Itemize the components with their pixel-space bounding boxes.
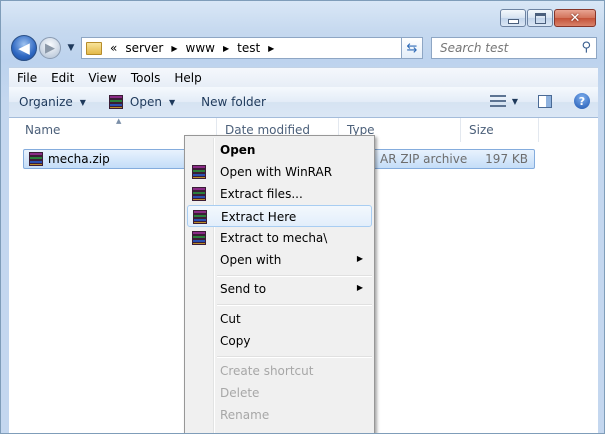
menu-item-label: Open with WinRAR [220,165,333,179]
menu-item-open[interactable]: Open [187,139,372,161]
change-view-icon[interactable] [489,95,506,107]
help-icon[interactable]: ? [574,93,590,109]
refresh-icon: ⇆ [406,40,418,56]
submenu-arrow-icon: ▶ [356,254,363,263]
breadcrumb-www[interactable]: www [186,41,215,55]
menu-separator [217,304,372,306]
view-controls: ▼ ? [489,93,590,109]
menu-item-extract-files[interactable]: Extract files... [187,183,372,205]
maximize-button[interactable] [527,9,553,27]
menu-item-label: Cut [220,312,241,326]
recent-pages-dropdown[interactable]: ▼ [65,41,77,55]
menu-item-create-shortcut: Create shortcut [187,360,372,382]
menu-item-label: Rename [220,408,270,422]
menu-item-label: Delete [220,386,260,400]
breadcrumb-test[interactable]: test [237,41,260,55]
new-folder-button[interactable]: New folder [201,95,266,109]
file-type: AR ZIP archive [380,152,468,166]
file-name: mecha.zip [48,152,110,166]
context-menu: Open Open with WinRAR Extract files... E… [184,135,375,433]
file-size: 197 KB [485,152,528,166]
caption-buttons: ✕ [499,9,596,27]
navigation-bar: ◀ ▶ ▼ « server ▶ www ▶ test ▶ ▼ ⇆ ⚲ [9,35,599,61]
winrar-icon [191,164,207,180]
breadcrumb-overflow[interactable]: « [110,41,117,55]
menu-item-label: Send to [220,282,267,296]
menu-file[interactable]: File [17,71,37,85]
winrar-icon [28,151,44,167]
menu-item-label: Extract to mecha\ [220,231,328,245]
minimize-icon [507,18,519,24]
chevron-right-icon[interactable]: ▶ [268,44,274,53]
menu-item-label: Copy [220,334,251,348]
menu-item-extract-here[interactable]: Extract Here [187,205,372,227]
open-button[interactable]: Open ▼ [108,94,175,110]
column-header-size[interactable]: Size [461,118,539,142]
menu-item-extract-to[interactable]: Extract to mecha\ [187,227,372,249]
close-icon: ✕ [569,10,581,26]
search-icon[interactable]: ⚲ [581,40,591,55]
back-arrow-icon: ◀ [18,39,30,57]
menu-item-send-to[interactable]: Send to ▶ [187,278,372,300]
maximize-icon [534,12,546,24]
minimize-button[interactable] [500,9,526,27]
winrar-icon [192,209,208,225]
forward-button[interactable]: ▶ [39,37,61,59]
menu-item-label: Extract files... [220,187,303,201]
command-bar: Organize ▼ Open ▼ New folder ▼ ? [9,87,598,118]
winrar-icon [108,94,124,110]
open-label: Open [129,95,162,109]
menu-view[interactable]: View [88,71,116,85]
new-folder-label: New folder [201,95,266,109]
search-box[interactable]: ⚲ [431,37,597,59]
menu-item-label: Open with [220,253,282,267]
view-options-chevron-icon[interactable]: ▼ [512,97,518,106]
menu-item-copy[interactable]: Copy [187,330,372,352]
menu-separator [217,275,372,277]
winrar-icon [191,186,207,202]
explorer-window: ✕ ◀ ▶ ▼ « server ▶ www ▶ test ▶ ▼ ⇆ ⚲ Fi… [0,0,605,434]
submenu-arrow-icon: ▶ [356,283,363,292]
menu-item-open-with-winrar[interactable]: Open with WinRAR [187,161,372,183]
organize-label: Organize [19,95,73,109]
search-input[interactable] [438,40,582,56]
chevron-down-icon: ▼ [79,97,86,107]
menu-edit[interactable]: Edit [51,71,74,85]
chevron-right-icon[interactable]: ▶ [223,44,229,53]
menu-item-cut[interactable]: Cut [187,308,372,330]
menu-item-rename: Rename [187,404,372,426]
winrar-icon [191,230,207,246]
organize-button[interactable]: Organize ▼ [19,95,86,109]
column-size-label: Size [469,123,494,137]
chevron-down-icon[interactable]: ▼ [169,98,175,107]
preview-pane-icon[interactable] [538,94,552,108]
menu-help[interactable]: Help [174,71,201,85]
sort-ascending-icon: ▲ [116,117,122,125]
menu-item-open-with[interactable]: Open with ▶ [187,249,372,271]
menu-item-label: Create shortcut [220,364,314,378]
chevron-right-icon[interactable]: ▶ [171,44,177,53]
forward-arrow-icon: ▶ [45,40,55,56]
refresh-button[interactable]: ⇆ [401,37,423,59]
menu-separator [217,356,372,358]
menu-item-label: Extract Here [221,210,297,224]
menu-bar: File Edit View Tools Help [9,67,598,88]
menu-item-delete: Delete [187,382,372,404]
menu-item-label: Open [220,143,256,157]
address-bar[interactable]: « server ▶ www ▶ test ▶ ▼ [81,37,423,59]
menu-tools[interactable]: Tools [131,71,161,85]
column-name-label: Name [25,123,61,137]
back-button[interactable]: ◀ [11,35,37,61]
folder-icon [86,41,102,55]
close-button[interactable]: ✕ [554,9,596,27]
breadcrumb-server[interactable]: server [125,41,163,55]
